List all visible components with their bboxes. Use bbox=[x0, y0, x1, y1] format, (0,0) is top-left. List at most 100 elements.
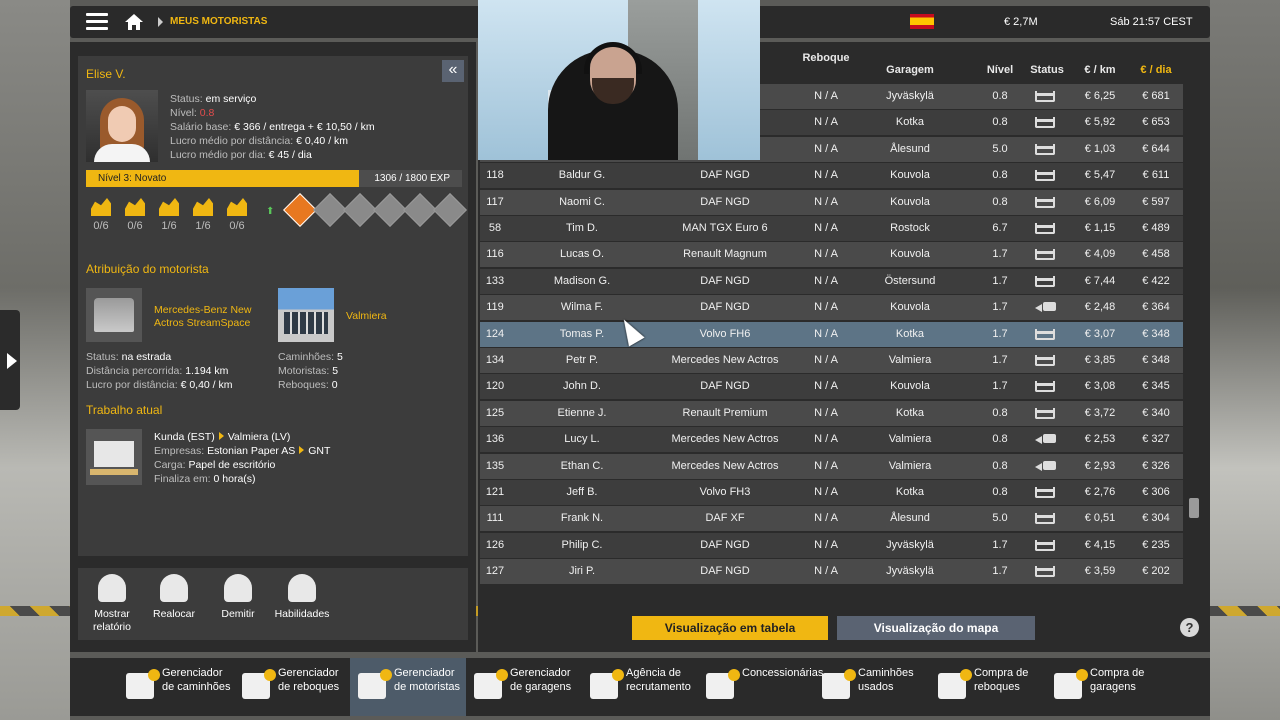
nav-recruitment[interactable]: Agência de recrutamento bbox=[582, 658, 698, 716]
fire-button[interactable]: Demitir bbox=[208, 574, 268, 621]
collapse-panel-button[interactable]: « bbox=[442, 60, 464, 82]
assignment-title: Atribuição do motorista bbox=[86, 262, 209, 276]
table-row[interactable]: 117 Naomi C. DAF NGD N / A Kouvola 0.8 € 6,09 €… bbox=[480, 189, 1183, 215]
table-row[interactable]: 124 Tomas P. Volvo FH6 N / A Kotka 1.7 € 3,07 €… bbox=[480, 321, 1183, 347]
cell-name: Ethan C. bbox=[560, 459, 604, 472]
route-arrow-icon bbox=[218, 432, 224, 440]
table-row[interactable]: 133 Madison G. DAF NGD N / A Östersund 1.7 € 7… bbox=[480, 268, 1183, 294]
header-status[interactable]: Status bbox=[1024, 64, 1070, 77]
cell-trailer: N / A bbox=[814, 327, 838, 340]
status-resting-icon bbox=[1035, 170, 1055, 182]
cell-trailer: N / A bbox=[814, 433, 838, 446]
garage-manager-icon bbox=[474, 669, 508, 699]
assigned-truck-image[interactable] bbox=[86, 288, 142, 342]
assigned-garage-image[interactable] bbox=[278, 288, 334, 342]
nav-used-trucks[interactable]: Caminhões usados bbox=[814, 658, 930, 716]
cell-day: € 235 bbox=[1142, 538, 1170, 551]
skill-adr[interactable]: 0/6 bbox=[86, 198, 116, 232]
current-job-title: Trabalho atual bbox=[86, 403, 163, 417]
status-resting-icon bbox=[1035, 249, 1055, 261]
skill-eco-driving[interactable]: 0/6 bbox=[222, 198, 252, 232]
table-row[interactable]: 126 Philip C. DAF NGD N / A Jyväskylä 1.7 € 4,… bbox=[480, 532, 1183, 558]
cell-name: Baldur G. bbox=[558, 169, 606, 182]
show-report-button[interactable]: Mostrar relatório bbox=[82, 574, 142, 634]
table-row[interactable]: 118 Baldur G. DAF NGD N / A Kouvola 0.8 € 5,47… bbox=[480, 163, 1183, 189]
nav-label: Agência de recrutamento bbox=[626, 667, 691, 693]
experience-value: 1306 / 1800 EXP bbox=[374, 173, 450, 184]
table-row[interactable]: 127 Jiri P. DAF NGD N / A Jyväskylä 1.7 € 3,59… bbox=[480, 559, 1183, 585]
map-view-button[interactable]: Visualização do mapa bbox=[837, 616, 1035, 640]
cell-trailer: N / A bbox=[814, 406, 838, 419]
cell-garage: Östersund bbox=[884, 274, 936, 287]
nav-label: Caminhões usados bbox=[858, 667, 914, 693]
driver-portrait bbox=[86, 90, 158, 162]
home-icon[interactable] bbox=[124, 13, 144, 31]
table-row[interactable]: 136 Lucy L. Mercedes New Actros N / A Valmie… bbox=[480, 427, 1183, 453]
table-row[interactable]: 120 John D. DAF NGD N / A Kouvola 1.7 € 3,08 € … bbox=[480, 374, 1183, 400]
table-row[interactable]: 116 Lucas O. Renault Magnum N / A Kouvola 1.7… bbox=[480, 242, 1183, 268]
nav-label: Compra de reboques bbox=[974, 667, 1029, 693]
table-row[interactable]: 111 Frank N. DAF XF N / A Ålesund 5.0 € 0,51 € … bbox=[480, 506, 1183, 532]
skill-fragile-cargo[interactable]: 1/6 bbox=[188, 198, 218, 232]
help-icon[interactable]: ? bbox=[1180, 618, 1199, 637]
status-resting-icon bbox=[1035, 539, 1055, 551]
nav-driver-manager[interactable]: Gerenciador de motoristas bbox=[350, 658, 466, 716]
cell-level: 0.8 bbox=[992, 169, 1008, 182]
nav-truck-manager[interactable]: Gerenciador de caminhões bbox=[118, 658, 234, 716]
table-row[interactable]: 134 Petr P. Mercedes New Actros N / A Valmie… bbox=[480, 348, 1183, 373]
used-trucks-icon bbox=[822, 669, 856, 699]
assigned-garage-name[interactable]: Valmiera bbox=[346, 310, 387, 323]
header-per-day[interactable]: € / dia bbox=[1130, 64, 1182, 77]
cell-trailer: N / A bbox=[814, 565, 838, 578]
cell-name: Lucas O. bbox=[559, 248, 605, 261]
header-per-km[interactable]: € / km bbox=[1074, 64, 1126, 77]
skill-long-distance[interactable]: 0/6 bbox=[120, 198, 150, 232]
side-panel-toggle[interactable] bbox=[0, 310, 20, 410]
table-view-button[interactable]: Visualização em tabela bbox=[632, 616, 828, 640]
table-row[interactable]: 58 Tim D. MAN TGX Euro 6 N / A Rostock 6.7 € 1… bbox=[480, 216, 1183, 241]
cell-level: 5.0 bbox=[992, 142, 1008, 155]
header-garage[interactable]: Garagem bbox=[870, 64, 950, 77]
nav-label: Gerenciador de reboques bbox=[278, 667, 340, 693]
assigned-truck-name[interactable]: Mercedes-Benz New Actros StreamSpace bbox=[154, 304, 270, 330]
cell-name: Etienne J. bbox=[557, 406, 607, 419]
status-resting-icon bbox=[1035, 381, 1055, 393]
nav-garage-manager[interactable]: Gerenciador de garagens bbox=[466, 658, 582, 716]
bottom-navigation: Gerenciador de caminhões Gerenciador de r… bbox=[70, 658, 1210, 716]
nav-buy-trailers[interactable]: Compra de reboques bbox=[930, 658, 1046, 716]
skill-high-value-icon bbox=[159, 198, 179, 216]
table-row[interactable]: 125 Etienne J. Renault Premium N / A Kotka 0.… bbox=[480, 400, 1183, 426]
cell-km: € 3,72 bbox=[1084, 406, 1116, 419]
cell-name: Naomi C. bbox=[559, 195, 605, 208]
cell-truck: DAF NGD bbox=[700, 301, 750, 314]
cell-km: € 4,09 bbox=[1084, 248, 1116, 261]
cell-name: Madison G. bbox=[553, 274, 611, 287]
truck-stats: Status: na estrada Distância percorrida:… bbox=[86, 351, 233, 391]
garage-stats: Caminhões: 5 Motoristas: 5 Reboques: 0 bbox=[278, 351, 343, 391]
level-label: Nível 3: Novato bbox=[98, 173, 167, 184]
cell-truck: Mercedes New Actros bbox=[671, 459, 779, 472]
table-row[interactable]: 135 Ethan C. Mercedes New Actros N / A Valmi… bbox=[480, 453, 1183, 479]
cell-day: € 597 bbox=[1142, 195, 1170, 208]
table-row[interactable]: 119 Wilma F. DAF NGD N / A Kouvola 1.7 € 2,48 €… bbox=[480, 295, 1183, 321]
header-level[interactable]: Nível bbox=[978, 64, 1022, 77]
header-trailer[interactable]: Reboque bbox=[798, 52, 854, 65]
table-scrollbar[interactable] bbox=[1189, 498, 1199, 518]
skill-high-value-cargo[interactable]: 1/6 bbox=[154, 198, 184, 232]
cell-garage: Kouvola bbox=[890, 169, 930, 182]
cell-id: 120 bbox=[485, 380, 505, 393]
cell-level: 0.8 bbox=[992, 486, 1008, 498]
nav-trailer-manager[interactable]: Gerenciador de reboques bbox=[234, 658, 350, 716]
cell-km: € 4,15 bbox=[1084, 538, 1116, 551]
nav-label: Gerenciador de motoristas bbox=[394, 667, 461, 693]
relocate-button[interactable]: Realocar bbox=[144, 574, 204, 621]
skills-button[interactable]: Habilidades bbox=[272, 574, 332, 621]
table-row[interactable]: 121 Jeff B. Volvo FH3 N / A Kotka 0.8 € 2,76 € … bbox=[480, 480, 1183, 505]
cell-garage: Kotka bbox=[895, 327, 925, 340]
nav-buy-garages[interactable]: Compra de garagens bbox=[1046, 658, 1162, 716]
menu-icon[interactable] bbox=[86, 13, 108, 31]
nav-dealer[interactable]: Concessionárias bbox=[698, 658, 823, 716]
nav-label: Compra de garagens bbox=[1090, 667, 1145, 693]
cell-day: € 202 bbox=[1142, 565, 1170, 578]
cargo-image bbox=[86, 429, 142, 485]
